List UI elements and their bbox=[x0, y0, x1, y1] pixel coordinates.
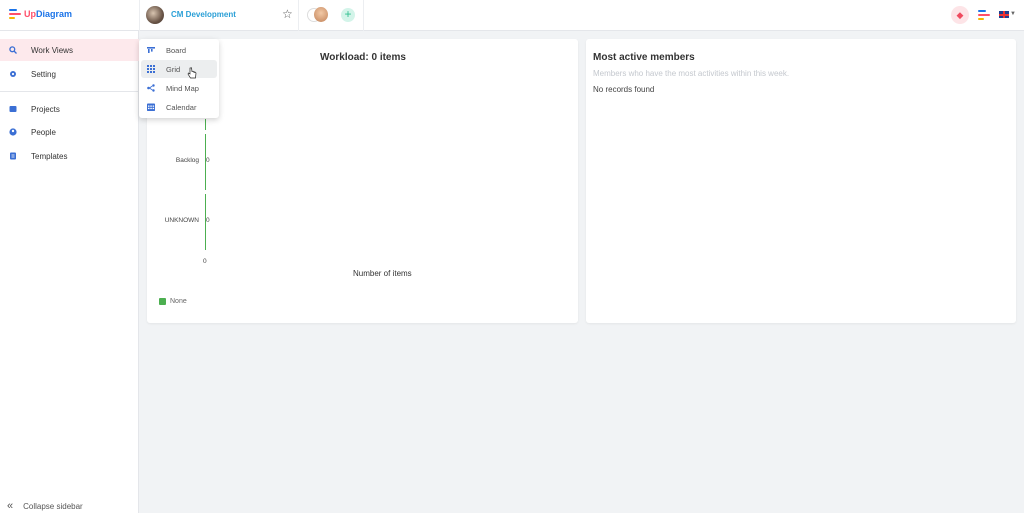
dropdown-item-label: Calendar bbox=[166, 102, 197, 112]
sidebar-item-people[interactable]: People bbox=[0, 121, 139, 143]
sidebar-item-label: People bbox=[31, 127, 56, 137]
clipboard-icon bbox=[10, 152, 16, 160]
calendar-icon bbox=[147, 103, 155, 111]
y-tick-label: Backlog bbox=[175, 157, 199, 164]
active-members-subtitle: Members who have the most activities wit… bbox=[593, 69, 790, 78]
sidebar-item-label: Projects bbox=[31, 104, 60, 114]
dropdown-item-label: Mind Map bbox=[166, 83, 199, 93]
x-tick-label: 0 bbox=[203, 258, 207, 265]
person-icon bbox=[9, 128, 17, 136]
star-icon[interactable]: ☆ bbox=[282, 7, 293, 21]
collapse-sidebar-label: Collapse sidebar bbox=[23, 501, 83, 511]
legend-swatch bbox=[159, 298, 166, 305]
active-members-card: Most active members Members who have the… bbox=[586, 39, 1016, 323]
project-selector[interactable]: CM Development ☆ bbox=[139, 0, 299, 31]
dropdown-item-label: Grid bbox=[166, 64, 181, 74]
project-avatar[interactable] bbox=[146, 6, 164, 24]
app-logo[interactable]: UpDiagram bbox=[9, 8, 72, 20]
sidebar-item-projects[interactable]: Projects bbox=[0, 98, 139, 120]
sidebar: Work Views Setting Projects People Templ… bbox=[0, 31, 139, 513]
work-views-dropdown: Board Grid Mind Map Calendar bbox=[139, 39, 219, 118]
bell-icon[interactable]: ◆ bbox=[951, 6, 969, 24]
sidebar-item-setting[interactable]: Setting bbox=[0, 63, 139, 85]
chevron-down-icon[interactable]: ▼ bbox=[1010, 11, 1016, 17]
chart-bar bbox=[205, 119, 206, 130]
top-bar: UpDiagram CM Development ☆ + ◆ ▼ bbox=[0, 0, 1024, 31]
dropdown-item-board[interactable]: Board bbox=[141, 41, 217, 59]
hand-cursor-icon bbox=[187, 67, 197, 79]
dropdown-item-mind-map[interactable]: Mind Map bbox=[141, 79, 217, 97]
member-avatar[interactable] bbox=[314, 7, 328, 22]
x-axis-label: Number of items bbox=[353, 269, 412, 278]
data-label: 0 bbox=[206, 217, 210, 224]
sidebar-divider bbox=[0, 91, 139, 92]
logo-text: UpDiagram bbox=[24, 9, 73, 19]
sidebar-item-label: Setting bbox=[31, 69, 56, 79]
sidebar-item-templates[interactable]: Templates bbox=[0, 145, 139, 167]
active-members-title: Most active members bbox=[593, 52, 695, 63]
sidebar-item-label: Templates bbox=[31, 151, 68, 161]
sidebar-item-label: Work Views bbox=[31, 45, 73, 55]
logo-icon bbox=[9, 8, 21, 20]
data-label: 0 bbox=[206, 157, 210, 164]
legend-label: None bbox=[170, 298, 187, 305]
y-tick-label: UNKNOWN bbox=[164, 217, 199, 224]
project-members[interactable] bbox=[305, 7, 328, 23]
sidebar-item-work-views[interactable]: Work Views bbox=[0, 39, 139, 61]
search-icon bbox=[9, 46, 17, 54]
add-member-button[interactable]: + bbox=[341, 8, 355, 22]
collapse-sidebar-button[interactable]: « Collapse sidebar bbox=[7, 500, 83, 512]
gear-icon bbox=[10, 71, 16, 77]
chart-legend[interactable]: None bbox=[159, 298, 187, 305]
empty-state-text: No records found bbox=[593, 85, 655, 94]
mind-map-icon bbox=[147, 84, 155, 92]
dropdown-item-grid[interactable]: Grid bbox=[141, 60, 217, 78]
workload-title: Workload: 0 items bbox=[320, 52, 406, 63]
app-switcher-icon[interactable] bbox=[978, 9, 990, 21]
flag-uk-icon[interactable] bbox=[999, 11, 1009, 18]
dropdown-item-label: Board bbox=[166, 45, 187, 55]
dropdown-item-calendar[interactable]: Calendar bbox=[141, 98, 217, 116]
double-chevron-left-icon: « bbox=[7, 500, 14, 512]
project-name[interactable]: CM Development bbox=[171, 10, 236, 19]
divider bbox=[363, 0, 364, 31]
grid-icon bbox=[147, 65, 155, 73]
book-icon bbox=[9, 106, 17, 112]
board-icon bbox=[147, 47, 155, 53]
